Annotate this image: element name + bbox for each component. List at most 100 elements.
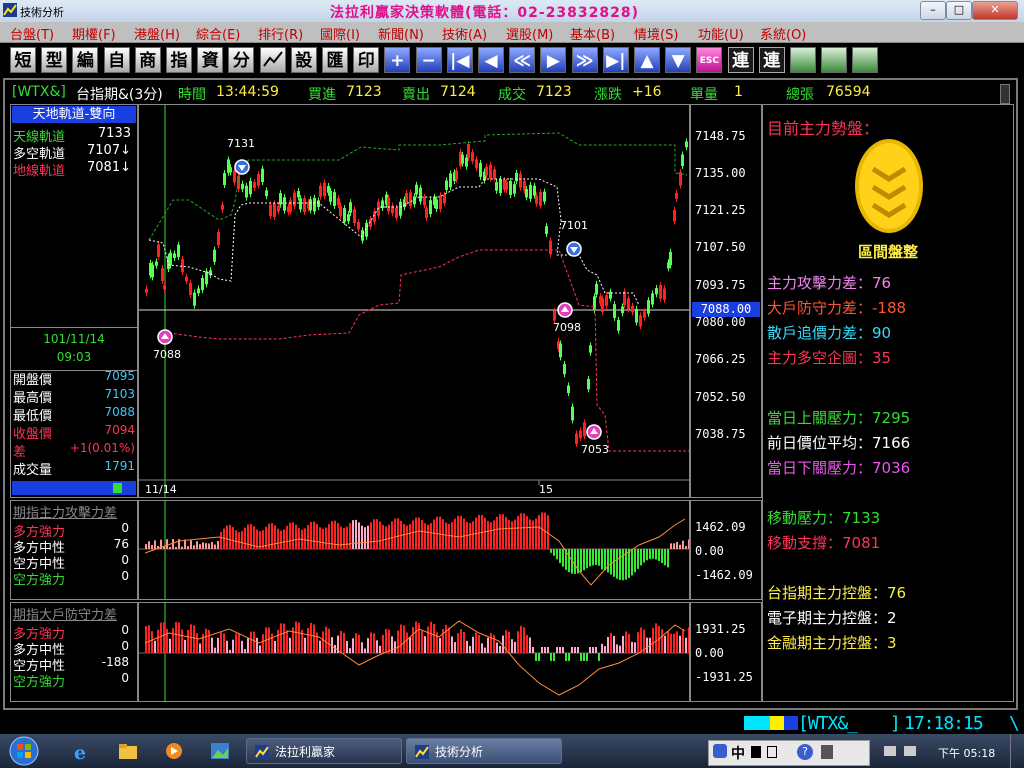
sub1-title[interactable]: 期指主力攻擊力差 <box>13 502 117 521</box>
sub2-axis-zero: 0.00 <box>695 646 724 660</box>
link2-button[interactable]: 連 <box>758 47 785 73</box>
media-player-icon[interactable] <box>164 742 184 760</box>
photo-viewer-icon[interactable] <box>210 742 230 760</box>
pattern-button[interactable]: 型 <box>41 47 68 73</box>
force-bar <box>457 515 459 549</box>
sell-signal-icon[interactable] <box>234 159 250 175</box>
menu-item[interactable]: 功能(U) <box>698 24 744 43</box>
data-button[interactable]: 資 <box>197 47 224 73</box>
maximize-button[interactable]: □ <box>946 1 972 20</box>
close-button[interactable]: ✕ <box>972 1 1018 20</box>
force-bar <box>625 631 627 653</box>
help-icon[interactable]: ? <box>797 744 813 760</box>
force-bar <box>244 649 246 653</box>
chart-icon-button[interactable] <box>259 47 286 73</box>
sell-signal-icon[interactable] <box>566 241 582 257</box>
print-button[interactable]: 印 <box>353 47 380 73</box>
indicator-button[interactable]: 指 <box>166 47 192 73</box>
prev-icon-button[interactable]: ◀ <box>478 47 504 73</box>
export-button[interactable]: 匯 <box>322 47 348 73</box>
candle <box>333 192 336 206</box>
candle <box>339 205 342 217</box>
edit-button[interactable]: 編 <box>72 47 99 73</box>
buy-signal-icon[interactable] <box>557 302 573 318</box>
first-icon-button[interactable]: |◀ <box>446 47 473 73</box>
ime-halfwidth-icon[interactable] <box>751 746 761 758</box>
show-desktop-button[interactable] <box>1010 734 1024 768</box>
split-button[interactable]: 分 <box>228 47 255 73</box>
quote-symbol[interactable]: [WTX&] <box>12 84 66 100</box>
force-bar <box>520 513 522 549</box>
custom-button[interactable]: 自 <box>103 47 130 73</box>
stat-value: 7103 <box>104 387 135 401</box>
minimize-button[interactable]: – <box>920 1 946 20</box>
track-header[interactable]: 天地軌道-雙向 <box>12 106 136 123</box>
ime-mode[interactable]: 中 <box>731 743 745 763</box>
menu-item[interactable]: 基本(B) <box>570 24 615 43</box>
up-icon-button[interactable]: ▲ <box>634 47 660 73</box>
link-button[interactable]: 連 <box>727 47 754 73</box>
volume-icon[interactable] <box>904 746 916 756</box>
next-icon-button[interactable]: ▶ <box>540 47 567 73</box>
zoom-in-button[interactable]: + <box>384 47 411 73</box>
settings-button[interactable]: 設 <box>290 47 317 73</box>
tools-icon-button[interactable] <box>852 47 879 73</box>
menu-item[interactable]: 港盤(H) <box>134 24 180 43</box>
menu-item[interactable]: 綜合(E) <box>196 24 240 43</box>
force-bar <box>373 633 375 653</box>
window-icon-button[interactable] <box>790 47 816 73</box>
ime-bar[interactable]: 中 ? <box>708 740 870 766</box>
buy-signal-icon[interactable] <box>586 424 602 440</box>
menu-item[interactable]: 台盤(T) <box>10 24 54 43</box>
product-button[interactable]: 商 <box>134 47 161 73</box>
menu-item[interactable]: 選股(M) <box>506 24 553 43</box>
sub2-chart[interactable] <box>138 602 690 702</box>
folder-icon[interactable] <box>118 742 138 760</box>
menu-item[interactable]: 期權(F) <box>72 24 116 43</box>
force-bar <box>289 637 291 653</box>
quote-name[interactable]: 台指期&(3分) <box>76 84 163 104</box>
rewind-icon-button[interactable]: ≪ <box>509 47 536 73</box>
defense-force-chart[interactable] <box>139 603 689 701</box>
ime-punct-icon[interactable] <box>767 746 777 758</box>
zoom-out-button[interactable]: − <box>415 47 442 73</box>
force-bar <box>292 522 294 549</box>
menu-item[interactable]: 排行(R) <box>258 24 303 43</box>
start-orb-icon[interactable] <box>8 736 40 766</box>
lock-icon-button[interactable] <box>821 47 848 73</box>
force-bar <box>283 529 285 549</box>
menu-item[interactable]: 系統(O) <box>760 24 806 43</box>
network-icon[interactable] <box>884 746 896 756</box>
force-bar <box>682 540 684 549</box>
fast-forward-icon-button[interactable]: ≫ <box>571 47 598 73</box>
task-technical-analysis[interactable]: 技術分析 <box>406 738 562 764</box>
attack-force-chart[interactable] <box>139 501 689 599</box>
force-bar <box>238 634 240 653</box>
force-bar <box>184 639 186 653</box>
force-bar <box>295 621 297 653</box>
signal-price-label: 7131 <box>227 137 255 150</box>
menu-item[interactable]: 國際(I) <box>320 24 360 43</box>
task-ferrari-winner[interactable]: 法拉利贏家 <box>246 738 402 764</box>
menu-item[interactable]: 新聞(N) <box>378 24 424 43</box>
ie-icon[interactable]: e <box>72 742 92 762</box>
main-chart[interactable]: 7131 7101 7088 7098 7053 11/14 15 <box>138 104 690 498</box>
menu-item[interactable]: 情境(S) <box>634 24 678 43</box>
candlestick-chart[interactable]: 7131 7101 7088 7098 7053 11/14 15 <box>139 105 689 497</box>
esc-button[interactable]: ESC <box>696 47 723 73</box>
tray-clock[interactable]: 下午 05:18 <box>938 745 995 761</box>
last-icon-button[interactable]: ▶| <box>602 47 629 73</box>
force-bar <box>544 647 546 653</box>
sub1-chart[interactable] <box>138 500 690 600</box>
down-icon-button[interactable]: ▼ <box>665 47 692 73</box>
buy-signal-icon[interactable] <box>157 329 173 345</box>
ime-menu-icon[interactable] <box>821 745 833 759</box>
sub2-title[interactable]: 期指大戶防守力差 <box>13 604 117 623</box>
scroll-handle[interactable] <box>1000 84 1010 104</box>
short-button[interactable]: 短 <box>10 47 36 73</box>
menu-item[interactable]: 技術(A) <box>442 24 487 43</box>
force-bar <box>211 541 213 549</box>
candle <box>353 209 356 224</box>
price-stat-row: 最低價 7088 <box>13 405 135 424</box>
candle <box>579 430 582 439</box>
